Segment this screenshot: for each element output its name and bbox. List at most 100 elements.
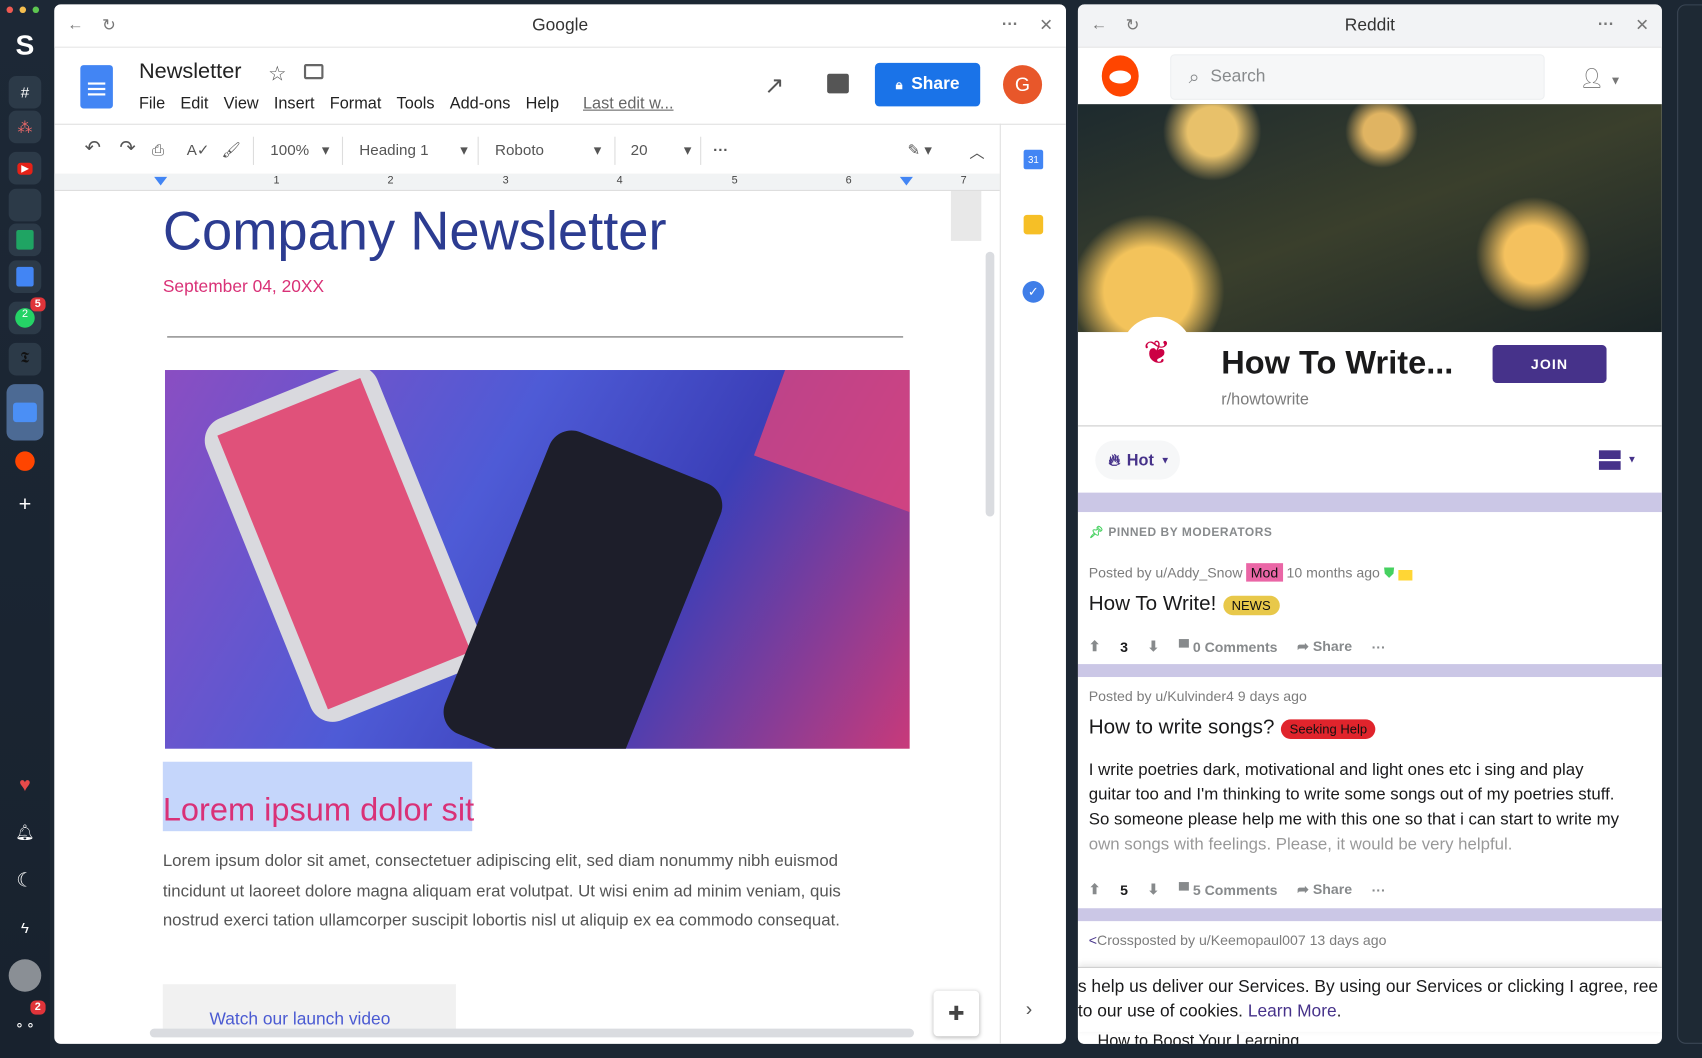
post-author[interactable]: Posted by u/Addy_Snow [1089, 564, 1243, 580]
search-input[interactable]: ⌕ Search [1170, 54, 1545, 100]
downvote-icon[interactable]: ⬇ [1148, 881, 1160, 898]
font-value: Roboto [494, 141, 545, 159]
more-icon[interactable]: ··· [1598, 15, 1614, 33]
more-options-icon[interactable]: ··· [1372, 639, 1386, 655]
post-card[interactable]: 📌︎ PINNED BY MODERATORS Posted by u/Addy… [1077, 512, 1662, 665]
print-icon[interactable]: ⎙ [152, 141, 164, 159]
heart-icon[interactable]: ♥ [9, 768, 42, 801]
ruler-2: 2 [387, 174, 394, 187]
close-icon[interactable]: ✕ [1039, 15, 1053, 34]
horizontal-scrollbar[interactable] [149, 1028, 914, 1038]
post-title-row[interactable]: How To Write! NEWS [1089, 592, 1280, 616]
upvote-icon[interactable]: ⬆ [1089, 881, 1101, 898]
add-comment-button[interactable]: ✚ [933, 990, 980, 1037]
redo-icon[interactable]: ↷ [119, 137, 135, 160]
reload-icon[interactable]: ↻ [102, 15, 116, 34]
reddit-logo-icon[interactable] [1101, 55, 1139, 97]
menu-format[interactable]: Format [330, 94, 382, 112]
comments-button[interactable]: ▀ 5 Comments [1179, 882, 1278, 898]
pin-icon: 📌︎ [1088, 526, 1105, 540]
expand-panel-icon[interactable]: › [1026, 998, 1033, 1021]
sheets-icon[interactable] [8, 223, 42, 257]
launch-video-link[interactable]: Watch our launch video [162, 984, 456, 1032]
asana-icon[interactable]: ⁂ [8, 110, 42, 144]
crosspost-icon: < [1088, 932, 1097, 949]
calendar-icon[interactable]: 31 [1023, 149, 1044, 170]
docs-active-icon[interactable] [6, 384, 44, 441]
doc-heading[interactable]: Company Newsletter [163, 200, 667, 263]
menu-view[interactable]: View [224, 94, 259, 112]
undo-icon[interactable]: ↶ [85, 137, 101, 160]
share-label: Share [911, 74, 960, 94]
activity-trend-icon[interactable]: ↗ [764, 72, 784, 100]
font-size-select[interactable]: 20 ▾ [631, 141, 692, 158]
star-icon[interactable]: ☆ [268, 62, 287, 87]
nytimes-icon[interactable]: 𝕿 [8, 342, 42, 376]
more-options-icon[interactable]: ··· [1372, 882, 1386, 898]
downvote-icon[interactable]: ⬇ [1148, 638, 1160, 655]
reddit-dock-icon[interactable] [9, 445, 42, 478]
tasks-icon[interactable]: ✓ [1022, 281, 1045, 303]
post-title[interactable]: How To Write! [1089, 592, 1217, 615]
menu-addons[interactable]: Add-ons [450, 94, 511, 112]
comments-button[interactable]: ▀ 0 Comments [1179, 639, 1278, 655]
share-button[interactable]: ➦ Share [1297, 881, 1352, 898]
moon-icon[interactable]: ☾ [9, 864, 42, 897]
join-button[interactable]: JOIN [1492, 345, 1607, 384]
back-icon[interactable]: ← [1091, 15, 1107, 33]
right-indent-marker[interactable] [899, 176, 913, 192]
upvote-icon[interactable]: ⬆ [1089, 638, 1101, 655]
ruler-7: 7 [960, 174, 967, 187]
doc-date[interactable]: September 04, 20XX [163, 278, 324, 298]
font-select[interactable]: Roboto ▾ [495, 141, 601, 158]
doc-subheading[interactable]: Lorem ipsum dolor sit [163, 792, 474, 829]
lightning-icon[interactable]: ϟ [9, 911, 42, 944]
view-layout-icon[interactable] [1598, 450, 1621, 470]
editing-mode-icon[interactable]: ✎ ▾ [907, 141, 932, 159]
menu-insert[interactable]: Insert [274, 94, 315, 112]
menu-help[interactable]: Help [526, 94, 559, 112]
move-folder-icon[interactable] [303, 64, 324, 80]
more-tools-icon[interactable]: ··· [713, 141, 728, 158]
youtube-icon[interactable]: ▶ [8, 151, 42, 185]
left-indent-marker[interactable] [154, 176, 168, 192]
user-avatar[interactable] [8, 959, 42, 992]
side-panel-edge [1677, 4, 1702, 1044]
back-icon[interactable]: ← [67, 15, 83, 33]
community-slug[interactable]: r/howtowrite [1221, 391, 1309, 409]
doc-body-paragraph[interactable]: Lorem ipsum dolor sit amet, consectetuer… [163, 846, 890, 936]
menu-file[interactable]: File [139, 94, 165, 112]
more-icon[interactable]: ··· [1002, 15, 1018, 33]
comments-icon[interactable] [827, 73, 849, 94]
bell-icon[interactable]: 🔔︎ [9, 816, 42, 849]
post-title-row[interactable]: How to write songs? Seeking Help [1089, 716, 1376, 740]
account-avatar[interactable]: G [1003, 65, 1043, 105]
vote-count: 3 [1120, 638, 1128, 655]
zoom-select[interactable]: 100% ▾ [270, 141, 329, 159]
sort-hot-button[interactable]: 🔥︎ Hot ▼ [1095, 440, 1180, 480]
post-card[interactable]: Posted by u/Kulvinder4 9 days ago How to… [1077, 677, 1662, 909]
learn-more-link[interactable]: Learn More [1248, 1003, 1337, 1021]
menu-edit[interactable]: Edit [180, 94, 208, 112]
doc-title[interactable]: Newsletter [139, 60, 242, 85]
post-title[interactable]: How to Boost Your Learning [1097, 1032, 1299, 1044]
vertical-scrollbar[interactable] [985, 251, 995, 517]
spellcheck-icon[interactable]: A✓ [187, 141, 210, 159]
menu-tools[interactable]: Tools [397, 94, 435, 112]
share-button[interactable]: ➦ Share [1297, 638, 1352, 655]
user-menu-icon[interactable]: 👤︎ ▼ [1579, 67, 1621, 90]
last-edit-link[interactable]: Last edit w... [583, 94, 674, 112]
share-button[interactable]: 🔒︎ Share [874, 62, 981, 107]
post-title[interactable]: How to write songs? [1089, 716, 1275, 739]
keep-icon[interactable] [1023, 214, 1044, 235]
docs-icon[interactable] [8, 260, 42, 293]
reload-icon[interactable]: ↻ [1126, 15, 1140, 34]
add-app-icon[interactable]: + [9, 488, 42, 521]
close-icon[interactable]: ✕ [1635, 15, 1649, 34]
zoom-value: 100% [270, 141, 310, 159]
apple-icon[interactable] [8, 188, 42, 222]
slack-icon[interactable]: # [8, 75, 42, 109]
collapse-icon[interactable]: ︿ [969, 141, 984, 163]
paint-format-icon[interactable]: 🖌︎ [221, 141, 240, 159]
style-select[interactable]: Heading 1 ▾ [359, 141, 468, 158]
